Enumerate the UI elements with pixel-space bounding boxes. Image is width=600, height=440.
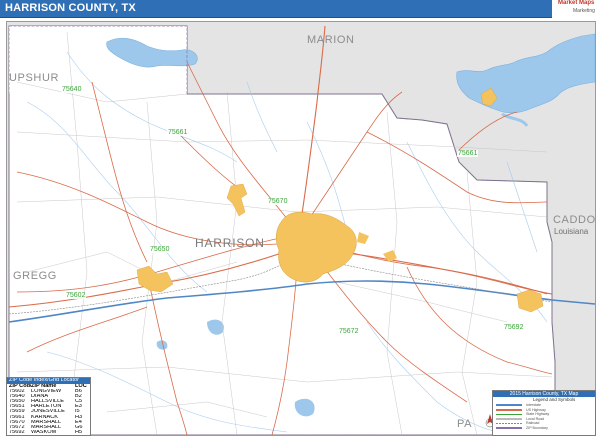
zip-label: 75692: [503, 324, 525, 331]
table-row: 75692 WASKOM H5: [7, 430, 90, 435]
map-title: HARRISON COUNTY, TX: [5, 2, 136, 14]
label-caddo: CADDO: [553, 214, 596, 226]
legend-item-label: State Highway: [526, 412, 550, 417]
logo-text: Market Maps: [558, 0, 595, 6]
zip-label: 75602: [65, 292, 87, 299]
logo-subtext: Marketing: [573, 8, 595, 14]
lake-northeast: [456, 33, 595, 114]
label-marion: MARION: [307, 34, 355, 46]
zip-label: 75672: [338, 328, 360, 335]
legend-item-label: Local Road: [526, 416, 545, 421]
legend-item-label: Railroad: [526, 421, 540, 426]
zip-label: 75661: [167, 129, 189, 136]
zip-label: 75650: [149, 246, 171, 253]
legend-item-label: ZIP Boundary: [526, 425, 548, 430]
legend-item-label: Interstate: [526, 403, 541, 408]
label-louisiana: Louisiana: [554, 227, 589, 236]
county-map: [8, 25, 595, 435]
label-gregg: GREGG: [13, 270, 57, 282]
label-harrison: HARRISON: [195, 236, 265, 250]
label-upshur: UPSHUR: [9, 72, 60, 84]
zip-code: 75692: [9, 429, 25, 435]
zip-label: 75640: [61, 86, 83, 93]
legend-item-label: US Highway: [526, 407, 546, 412]
zip-index-table: ZIP Code Index/Grid Locator ZIP Code ZIP…: [6, 377, 91, 436]
zip-label: 75661: [457, 150, 479, 157]
zip-loc: H5: [75, 429, 83, 435]
publisher-logo: Market Maps Marketing: [555, 0, 600, 17]
map-legend: 2015 Harrison County, TX Map Legend and …: [492, 390, 596, 436]
zip-label: 75670: [267, 198, 289, 205]
zip-name: WASKOM: [31, 429, 57, 435]
legend-item: ZIP Boundary: [493, 426, 595, 431]
title-bar: HARRISON COUNTY, TX: [0, 0, 552, 18]
map-area[interactable]: MARION UPSHUR CADDO Louisiana GREGG PA H…: [6, 21, 596, 436]
label-panola: PA: [457, 418, 473, 430]
